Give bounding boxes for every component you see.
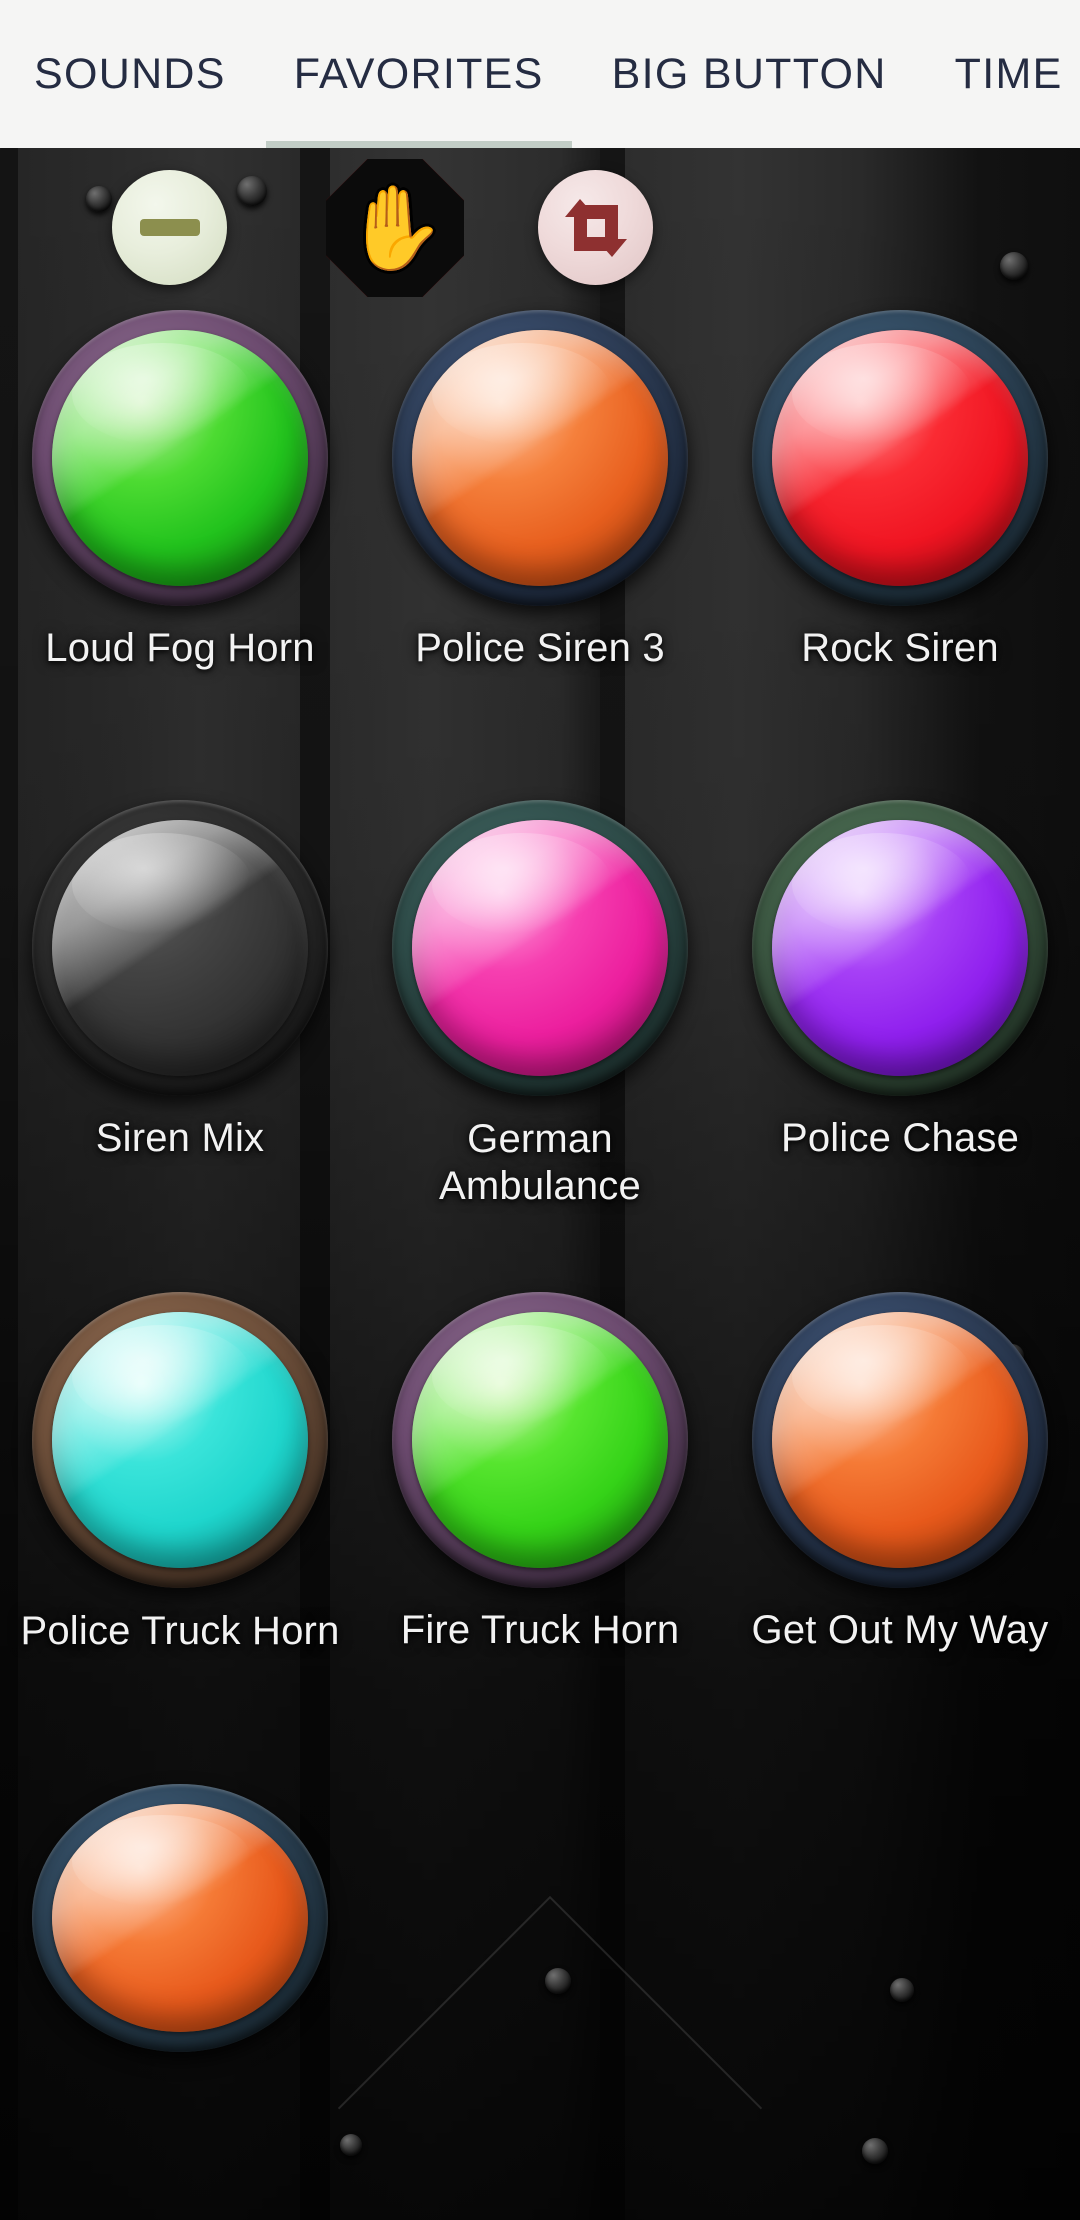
pad-dome [52,1804,308,2032]
tab-favorites[interactable]: FAVORITES [260,0,578,148]
pad-circle [392,310,688,606]
sound-pad-get-out-my-way[interactable]: Get Out My Way [720,1280,1080,1772]
pad-circle [752,800,1048,1096]
pad-circle [32,800,328,1096]
pad-dome [772,1312,1028,1568]
stop-hand-icon: ✋ [326,159,464,297]
pad-dome [52,820,308,1076]
pad-circle [32,310,328,606]
sound-pad-placeholder [360,1772,720,2072]
tab-label: TIME [954,49,1063,98]
sound-pad-police-siren-3[interactable]: Police Siren 3 [360,298,720,788]
sound-pad-label: Rock Siren [801,626,999,670]
tab-bar: SOUNDS FAVORITES BIG BUTTON TIME [0,0,1080,148]
pad-dome [412,1312,668,1568]
tab-label: BIG BUTTON [611,49,887,98]
sound-pad-police-truck-horn[interactable]: Police Truck Horn [0,1280,360,1772]
sound-pad-partial-bottom[interactable] [0,1772,360,2072]
sound-pad-label: German Ambulance [439,1117,641,1209]
rivet-decoration [862,2138,888,2164]
pad-dome [52,330,308,586]
repeat-arrows-svg [564,198,627,257]
sound-pad-rock-siren[interactable]: Rock Siren [720,298,1080,788]
tab-sounds[interactable]: SOUNDS [0,0,260,148]
sound-pad-label: Police Truck Horn [20,1609,340,1653]
pad-dome [412,820,668,1076]
repeat-loop-icon [538,170,653,285]
pad-dome [772,820,1028,1076]
pad-circle [392,1292,688,1588]
sound-pad-loud-fog-horn[interactable]: Loud Fog Horn [0,298,360,788]
pad-circle [32,1292,328,1588]
sound-pad-police-chase[interactable]: Police Chase [720,788,1080,1280]
loop-button[interactable] [538,170,653,285]
mute-button[interactable] [112,170,227,285]
mute-minus-icon [112,170,227,285]
hand-glyph: ✋ [343,183,447,274]
sound-pad-siren-mix[interactable]: Siren Mix [0,788,360,1280]
pad-circle [32,1784,328,2052]
tab-big-button[interactable]: BIG BUTTON [578,0,921,148]
pad-dome [772,330,1028,586]
pad-circle [752,1292,1048,1588]
rivet-decoration [340,2134,362,2156]
minus-bar [139,219,200,236]
active-tab-indicator [265,141,572,148]
sound-pad-german-ambulance[interactable]: German Ambulance [360,788,720,1280]
stop-button[interactable]: ✋ [325,158,465,298]
sound-pad-grid: Loud Fog Horn Police Siren 3 Rock Siren [0,298,1080,2072]
transport-controls: ✋ [0,148,1080,298]
pad-dome [52,1312,308,1568]
pad-circle [752,310,1048,606]
pad-circle [392,800,688,1096]
sound-pad-fire-truck-horn[interactable]: Fire Truck Horn [360,1280,720,1772]
sound-pad-label: Siren Mix [95,1116,265,1160]
tab-label: SOUNDS [34,49,226,98]
sound-pad-label: Fire Truck Horn [400,1608,680,1652]
tab-label: FAVORITES [293,49,544,98]
sound-pad-label: Police Siren 3 [415,626,665,670]
sound-pad-label: Loud Fog Horn [45,626,315,670]
pad-dome [412,330,668,586]
sound-pad-placeholder [720,1772,1080,2072]
sound-pad-label: Police Chase [780,1116,1020,1160]
tab-time[interactable]: TIME [921,0,1080,148]
sound-board: ✋ Loud Fog Horn Police Siren 3 Rock Sire… [0,148,1080,2220]
sound-pad-label: Get Out My Way [751,1608,1049,1652]
